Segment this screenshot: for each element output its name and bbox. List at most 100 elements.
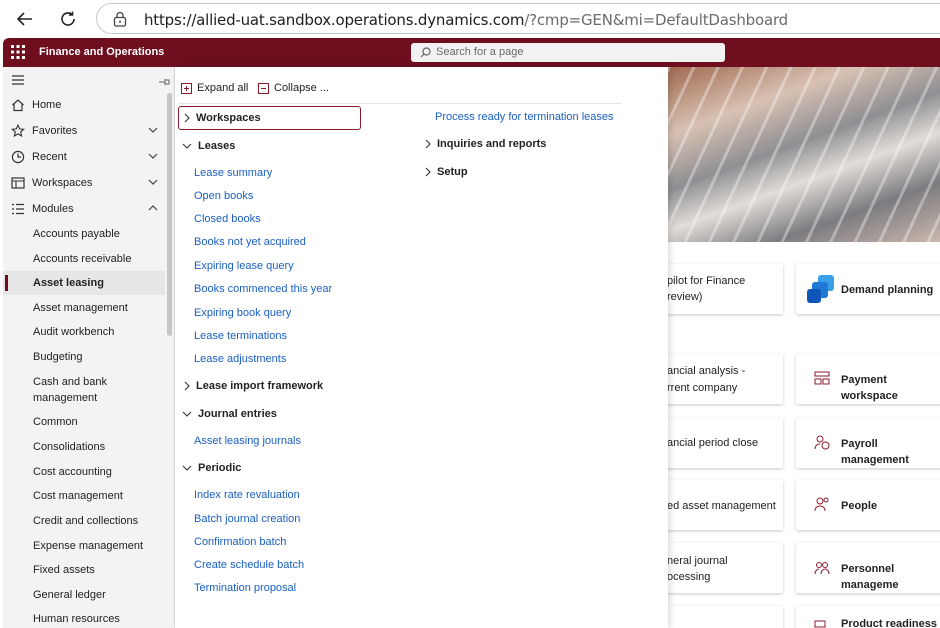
nav-item-favorites[interactable]: Favorites <box>3 119 165 143</box>
module-expense-management[interactable]: Expense management <box>3 538 165 554</box>
nav-item-recent[interactable]: Recent <box>3 145 165 169</box>
collapse-button[interactable]: Collapse ... <box>258 82 329 94</box>
tile-demand-planning[interactable]: Demand planning <box>796 264 940 314</box>
group-inquiries-and-reports[interactable]: Inquiries and reports <box>425 138 546 150</box>
nav-item-modules[interactable]: Modules <box>3 197 165 221</box>
group-label: Workspaces <box>196 112 261 124</box>
link-lease-terminations[interactable]: Lease terminations <box>194 330 287 342</box>
hamburger-icon <box>12 75 24 85</box>
link-batch-journal-creation[interactable]: Batch journal creation <box>194 513 300 525</box>
product-icon <box>814 620 826 628</box>
module-accounts-receivable[interactable]: Accounts receivable <box>3 251 165 267</box>
link-confirmation-batch[interactable]: Confirmation batch <box>194 536 286 548</box>
lock-icon <box>113 11 127 27</box>
personnel-icon <box>814 562 830 575</box>
tile-payroll-management[interactable]: Payroll management <box>796 418 940 468</box>
module-general-ledger[interactable]: General ledger <box>3 587 165 603</box>
chevron-down-icon <box>148 127 158 133</box>
url-text: https://allied-uat.sandbox.operations.dy… <box>144 11 788 29</box>
group-setup[interactable]: Setup <box>425 166 468 178</box>
tile-label: neral journal <box>667 555 728 567</box>
link-books-commenced[interactable]: Books commenced this year <box>194 283 332 295</box>
url-host: https://allied-uat.sandbox.operations.dy… <box>144 11 525 29</box>
chevron-right-icon <box>425 139 431 149</box>
link-termination-proposal[interactable]: Termination proposal <box>194 582 296 594</box>
tile-label: pilot for Finance <box>667 275 746 287</box>
tile-product-readiness[interactable]: Product readiness fo <box>796 606 940 628</box>
nav-label: Workspaces <box>32 177 93 189</box>
browser-toolbar: https://allied-uat.sandbox.operations.dy… <box>0 0 940 38</box>
nav-item-workspaces[interactable]: Workspaces <box>3 171 165 195</box>
group-periodic[interactable]: Periodic <box>182 462 241 474</box>
chevron-down-icon <box>148 179 158 185</box>
nav-scrollbar[interactable] <box>167 93 172 336</box>
module-consolidations[interactable]: Consolidations <box>3 439 165 455</box>
group-label: Periodic <box>198 462 242 474</box>
module-label: Asset leasing <box>33 277 104 289</box>
search-input[interactable]: Search for a page <box>411 43 725 62</box>
address-bar[interactable]: https://allied-uat.sandbox.operations.dy… <box>96 3 940 34</box>
payment-icon <box>814 371 830 385</box>
group-lease-import-framework[interactable]: Lease import framework <box>184 380 323 392</box>
demand-planning-icon <box>807 275 834 303</box>
collapse-label: Collapse ... <box>274 82 330 94</box>
nav-item-home[interactable]: Home <box>3 93 165 117</box>
group-leases[interactable]: Leases <box>182 140 235 152</box>
module-fixed-assets[interactable]: Fixed assets <box>3 562 165 578</box>
tile-personnel-management[interactable]: Personnel manageme <box>796 543 940 593</box>
link-lease-summary[interactable]: Lease summary <box>194 167 272 179</box>
tile-label: ancial period close <box>667 437 759 449</box>
module-credit-and-collections[interactable]: Credit and collections <box>3 513 165 529</box>
module-cash-and-bank[interactable]: Cash and bank management <box>3 374 113 406</box>
group-label: Journal entries <box>198 408 277 420</box>
module-accounts-payable[interactable]: Accounts payable <box>3 226 165 242</box>
back-button[interactable] <box>10 4 40 34</box>
link-process-ready-termination[interactable]: Process ready for termination leases <box>435 111 614 123</box>
group-journal-entries[interactable]: Journal entries <box>182 408 277 420</box>
link-books-not-acquired[interactable]: Books not yet acquired <box>194 236 306 248</box>
toolbar-divider <box>179 103 621 104</box>
url-path: /?cmp=GEN&mi=DefaultDashboard <box>524 11 788 29</box>
link-create-schedule-batch[interactable]: Create schedule batch <box>194 559 304 571</box>
tile-payment-workspace[interactable]: Payment workspace <box>796 354 940 404</box>
link-asset-leasing-journals[interactable]: Asset leasing journals <box>194 435 301 447</box>
tile-people[interactable]: People <box>796 480 940 530</box>
module-asset-leasing[interactable]: Asset leasing <box>3 271 165 295</box>
payroll-icon <box>814 435 830 450</box>
link-closed-books[interactable]: Closed books <box>194 213 261 225</box>
nav-label: Favorites <box>32 125 78 137</box>
search-icon <box>420 47 431 58</box>
group-workspaces[interactable]: Workspaces <box>178 106 361 130</box>
hamburger-button[interactable] <box>11 73 25 91</box>
expand-all-label: Expand all <box>197 82 249 94</box>
chevron-right-icon <box>184 113 190 123</box>
pin-button[interactable] <box>158 74 170 92</box>
link-expiring-book-query[interactable]: Expiring book query <box>194 307 291 319</box>
chevron-up-icon <box>148 205 158 211</box>
group-label: Leases <box>198 140 236 152</box>
link-lease-adjustments[interactable]: Lease adjustments <box>194 353 286 365</box>
module-cost-management[interactable]: Cost management <box>3 488 165 504</box>
tile-label: Payroll management <box>841 438 909 466</box>
module-common[interactable]: Common <box>3 414 165 430</box>
workspace-icon <box>11 177 25 189</box>
tile-label: Payment workspace <box>841 374 898 402</box>
module-cost-accounting[interactable]: Cost accounting <box>3 464 165 480</box>
navigation-pane: Home Favorites Recent Workspaces Modules… <box>3 67 175 628</box>
app-launcher-button[interactable] <box>11 45 25 64</box>
module-human-resources[interactable]: Human resources <box>3 611 165 627</box>
expand-all-button[interactable]: Expand all <box>181 82 248 94</box>
link-index-rate-revaluation[interactable]: Index rate revaluation <box>194 489 300 501</box>
link-open-books[interactable]: Open books <box>194 190 253 202</box>
people-icon <box>814 497 829 512</box>
module-budgeting[interactable]: Budgeting <box>3 349 165 365</box>
tile-label: ocessing <box>667 571 711 583</box>
link-expiring-lease-query[interactable]: Expiring lease query <box>194 260 294 272</box>
tile-label: Personnel manageme <box>841 563 899 591</box>
chevron-down-icon <box>182 143 192 149</box>
refresh-button[interactable] <box>53 4 83 34</box>
module-asset-management[interactable]: Asset management <box>3 300 165 316</box>
module-audit-workbench[interactable]: Audit workbench <box>3 324 165 340</box>
list-icon <box>12 203 24 215</box>
tile-label: review) <box>667 291 703 303</box>
